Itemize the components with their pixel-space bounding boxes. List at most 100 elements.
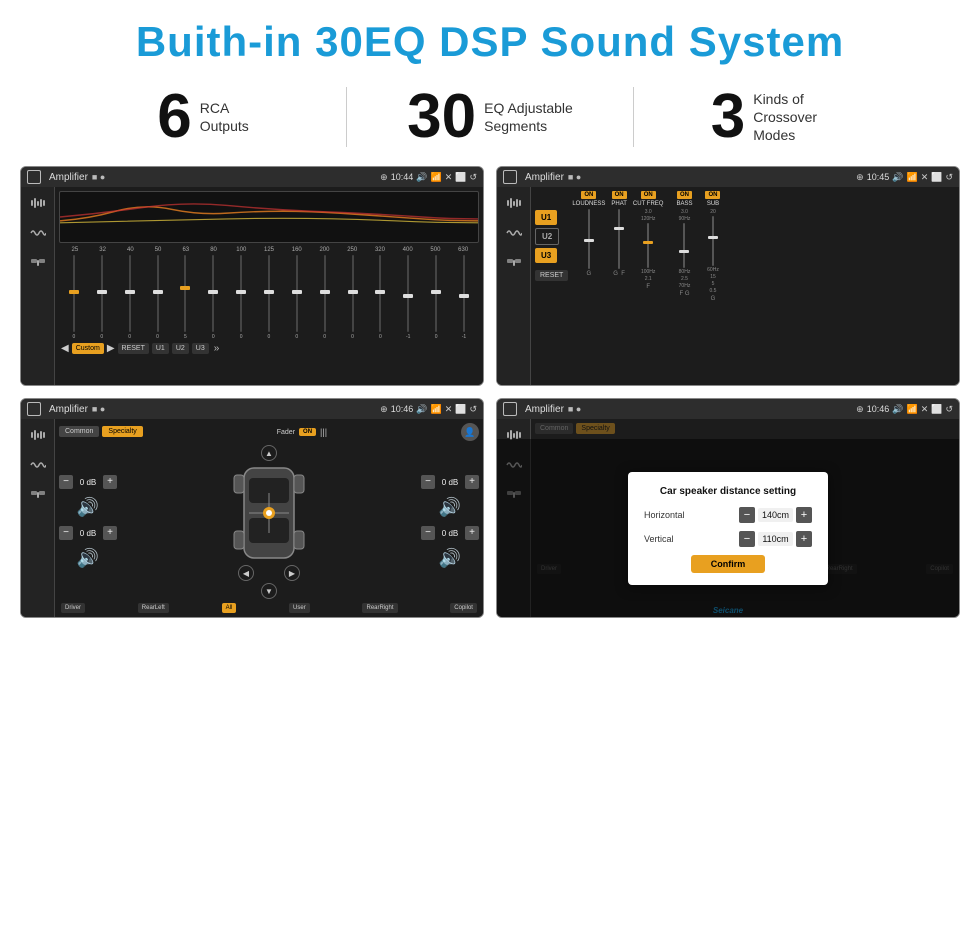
slider-14[interactable]: 0: [423, 255, 449, 340]
fader-top-row: Common Specialty Fader ON ||| 👤: [59, 423, 479, 441]
eq-custom-btn[interactable]: Custom: [72, 343, 104, 354]
car-left-btn[interactable]: ◀: [238, 565, 254, 581]
dialog-screen: Amplifier ■ ● ⊕ 10:46 🔊 📶 ✕ ⬜ ↺: [496, 398, 960, 618]
wave-icon-2[interactable]: [504, 225, 524, 241]
horizontal-minus-btn[interactable]: −: [739, 507, 755, 523]
bg-specialty-tab: Specialty: [576, 423, 614, 434]
car-right-btn[interactable]: ▶: [284, 565, 300, 581]
specialty-tab[interactable]: Specialty: [102, 426, 142, 437]
slider-12[interactable]: 0: [367, 255, 393, 340]
horizontal-plus-btn[interactable]: +: [796, 507, 812, 523]
eq-icon[interactable]: [28, 195, 48, 211]
profile-btn[interactable]: 👤: [461, 423, 479, 441]
slider-5[interactable]: 5: [172, 255, 198, 340]
slider-2[interactable]: 0: [89, 255, 115, 340]
driver-btn[interactable]: Driver: [61, 603, 85, 613]
eq-u1-btn[interactable]: U1: [152, 343, 169, 354]
fader-plus-1[interactable]: +: [103, 475, 117, 489]
slider-11[interactable]: 0: [340, 255, 366, 340]
fader-plus-2[interactable]: +: [103, 526, 117, 540]
slider-6[interactable]: 0: [200, 255, 226, 340]
user-btn[interactable]: User: [289, 603, 310, 613]
rear-left-btn[interactable]: RearLeft: [138, 603, 169, 613]
fader-screen-title: Amplifier: [49, 404, 88, 415]
fader-on-toggle[interactable]: ON: [299, 428, 316, 436]
slider-13[interactable]: -1: [395, 255, 421, 340]
stat-rca-number: 6: [157, 86, 191, 148]
loudness-g: G: [587, 271, 592, 277]
fader-minus-3[interactable]: −: [421, 475, 435, 489]
crossover-screen-title: Amplifier: [525, 172, 564, 183]
car-up-btn[interactable]: ▲: [261, 445, 277, 461]
common-tab[interactable]: Common: [59, 426, 99, 437]
eq-reset-btn[interactable]: RESET: [118, 343, 149, 354]
u3-btn[interactable]: U3: [535, 248, 557, 263]
slider-7[interactable]: 0: [228, 255, 254, 340]
stat-crossover-label: Kinds ofCrossover Modes: [753, 90, 843, 145]
u2-btn[interactable]: U2: [535, 228, 559, 245]
eq-icon-2[interactable]: [504, 195, 524, 211]
slider-3[interactable]: 0: [117, 255, 143, 340]
phat-slider[interactable]: [618, 209, 620, 269]
all-btn[interactable]: All: [222, 603, 237, 613]
cutfreq-freq1: 120Hz: [641, 216, 655, 222]
wave-icon[interactable]: [28, 225, 48, 241]
slider-9[interactable]: 0: [284, 255, 310, 340]
fader-label: Fader: [277, 429, 295, 436]
freq-200: 200: [311, 247, 339, 253]
fader-body: − 0 dB + 🔊 − 0 dB + 🔊: [59, 444, 479, 600]
slider-4[interactable]: 0: [145, 255, 171, 340]
fader-plus-3[interactable]: +: [465, 475, 479, 489]
vertical-minus-btn[interactable]: −: [739, 531, 755, 547]
eq-icon-3[interactable]: [28, 427, 48, 443]
wave-icon-3[interactable]: [28, 457, 48, 473]
eq-prev-arrow[interactable]: ◀: [61, 343, 69, 354]
home-icon-3[interactable]: [27, 402, 41, 416]
car-diagram-inner: ▲: [229, 445, 309, 599]
rear-right-btn[interactable]: RearRight: [362, 603, 397, 613]
dialog-dots: ■ ●: [568, 404, 581, 414]
home-icon-2[interactable]: [503, 170, 517, 184]
eq-bottom-bar: ◀ Custom ▶ RESET U1 U2 U3 »: [59, 340, 479, 354]
fader-minus-1[interactable]: −: [59, 475, 73, 489]
window-icon-2: ⬜: [931, 172, 942, 183]
fader-tabs: Common Specialty: [59, 426, 143, 437]
sub-g: G: [711, 296, 716, 302]
u1-btn[interactable]: U1: [535, 210, 557, 225]
home-icon[interactable]: [27, 170, 41, 184]
vertical-plus-btn[interactable]: +: [796, 531, 812, 547]
fader-db-row-1: − 0 dB +: [59, 475, 117, 489]
bass-label: BASS: [676, 201, 692, 207]
loudness-slider[interactable]: [588, 209, 590, 269]
fader-minus-4[interactable]: −: [421, 526, 435, 540]
stats-row: 6 RCAOutputs 30 EQ AdjustableSegments 3 …: [0, 76, 980, 158]
fader-db-val-4: 0 dB: [438, 529, 462, 538]
balance-icon-2[interactable]: [504, 255, 524, 271]
copilot-btn[interactable]: Copilot: [450, 603, 477, 613]
speaker-rl: 🔊: [59, 548, 117, 569]
dialog-box: Car speaker distance setting Horizontal …: [628, 472, 828, 585]
cutfreq-col: ON CUT FREQ 3.0 120Hz 100Hz 2.1 F: [633, 191, 664, 381]
slider-10[interactable]: 0: [312, 255, 338, 340]
eq-time: 10:44: [391, 172, 414, 182]
fader-plus-4[interactable]: +: [465, 526, 479, 540]
window-icon-4: ⬜: [931, 404, 942, 415]
freq-32: 32: [89, 247, 117, 253]
home-icon-4[interactable]: [503, 402, 517, 416]
car-down-btn[interactable]: ▼: [261, 583, 277, 599]
slider-8[interactable]: 0: [256, 255, 282, 340]
eq-next-arrow[interactable]: ▶: [107, 343, 115, 354]
slider-1[interactable]: 0: [61, 255, 87, 340]
confirm-button[interactable]: Confirm: [691, 555, 766, 573]
eq-u2-btn[interactable]: U2: [172, 343, 189, 354]
cutfreq-label: CUT FREQ: [633, 201, 664, 207]
cutfreq-val2: 2.1: [645, 276, 652, 282]
balance-icon[interactable]: [28, 255, 48, 271]
crossover-time: 10:45: [867, 172, 890, 182]
reset-btn[interactable]: RESET: [535, 270, 568, 281]
balance-icon-3[interactable]: [28, 487, 48, 503]
fader-minus-2[interactable]: −: [59, 526, 73, 540]
eq-screen-title: Amplifier: [49, 172, 88, 183]
slider-15[interactable]: -1: [451, 255, 477, 340]
eq-u3-btn[interactable]: U3: [192, 343, 209, 354]
